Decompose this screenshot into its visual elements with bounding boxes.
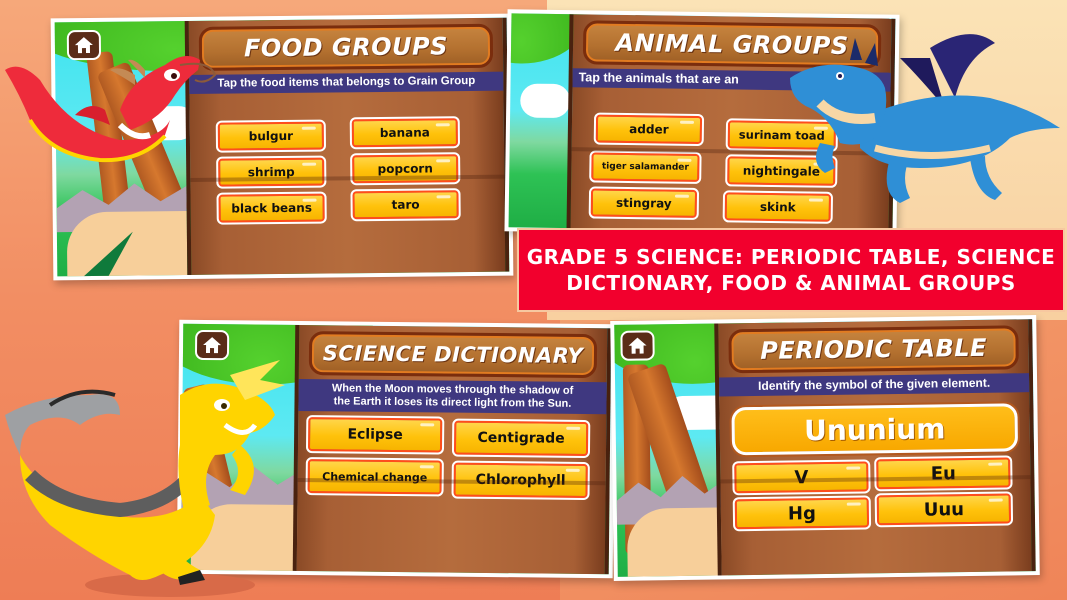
promo-banner: GRADE 5 SCIENCE: PERIODIC TABLE, SCIENCE… xyxy=(517,228,1065,312)
yellow-dragon-character xyxy=(5,360,285,597)
answer-option[interactable]: Eclipse xyxy=(305,414,445,455)
answer-option[interactable]: black beans xyxy=(216,191,327,225)
sand-path xyxy=(66,211,188,277)
element-name-display: Ununium xyxy=(731,403,1019,456)
answer-option[interactable]: bulgur xyxy=(215,119,327,153)
blue-dragon-character xyxy=(790,34,1060,203)
answer-option[interactable]: stingray xyxy=(588,186,700,221)
answer-option[interactable]: banana xyxy=(349,116,461,150)
answer-option[interactable]: adder xyxy=(593,112,705,147)
answer-option[interactable]: Centigrade xyxy=(451,418,591,459)
answer-option[interactable]: Hg xyxy=(732,495,872,532)
answer-option[interactable]: tiger salamander xyxy=(589,150,702,185)
sand-path xyxy=(626,507,728,577)
cloud xyxy=(520,83,571,119)
answer-option[interactable]: popcorn xyxy=(350,152,461,186)
prompt-line: the Earth it loses its direct light from… xyxy=(333,395,572,410)
answer-option[interactable]: Eu xyxy=(874,455,1013,492)
home-button[interactable] xyxy=(620,330,655,361)
question-board: FOOD GROUPS Tap the food items that belo… xyxy=(184,17,510,275)
home-icon xyxy=(628,337,647,354)
home-icon xyxy=(203,337,222,354)
question-board: SCIENCE DICTIONARY When the Moon moves t… xyxy=(292,324,612,575)
answer-option[interactable]: Chlorophyll xyxy=(451,460,590,501)
question-prompt: Tap the food items that belongs to Grain… xyxy=(189,71,504,94)
title-plaque: PERIODIC TABLE xyxy=(728,325,1019,374)
screen-title: FOOD GROUPS xyxy=(243,32,449,63)
banner-text: GRADE 5 SCIENCE: PERIODIC TABLE, SCIENCE… xyxy=(526,245,1056,295)
question-prompt: When the Moon moves through the shadow o… xyxy=(298,378,607,415)
answer-option[interactable]: taro xyxy=(350,188,461,222)
screen-title: SCIENCE DICTIONARY xyxy=(322,341,584,368)
answer-option[interactable]: Chemical change xyxy=(305,456,444,497)
title-plaque: FOOD GROUPS xyxy=(198,23,494,71)
answer-option[interactable]: V xyxy=(732,459,871,496)
periodic-table-screenshot: PERIODIC TABLE Identify the symbol of th… xyxy=(610,315,1040,581)
title-plaque: SCIENCE DICTIONARY xyxy=(308,331,598,379)
red-dragon-character xyxy=(5,56,217,163)
question-board: PERIODIC TABLE Identify the symbol of th… xyxy=(714,319,1036,576)
answer-option[interactable]: Uuu xyxy=(874,491,1014,528)
answer-option[interactable]: shrimp xyxy=(216,155,327,189)
screen-title: PERIODIC TABLE xyxy=(760,333,988,365)
question-prompt: Identify the symbol of the given element… xyxy=(719,373,1030,397)
